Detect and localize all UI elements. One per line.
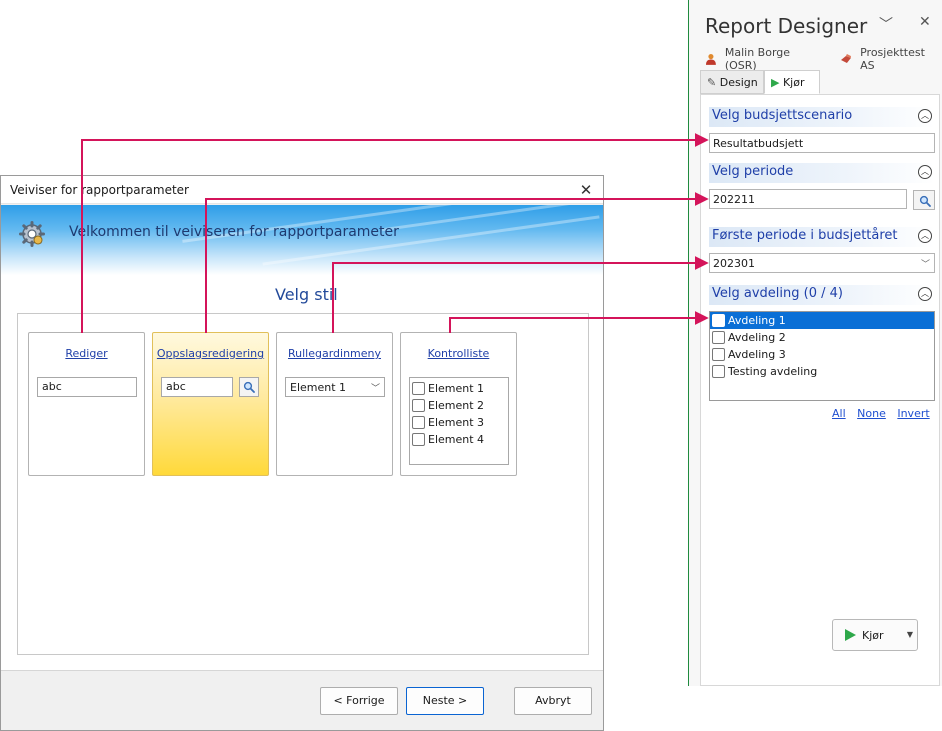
checkbox[interactable] bbox=[412, 433, 425, 446]
caret-down-icon[interactable]: ▼ bbox=[907, 630, 913, 639]
style-card-lookup[interactable]: Oppslagsredigering abc bbox=[152, 332, 269, 476]
run-panel: Velg budsjettscenario ︿ Resultatbudsjett… bbox=[700, 94, 940, 686]
section-first-period: Første periode i budsjettåret ︿ 202301 ﹀ bbox=[709, 227, 935, 273]
screenshot-root: Veiviser for rapportparameter ✕ Velkomme… bbox=[0, 0, 942, 731]
chevron-down-icon: ﹀ bbox=[920, 260, 930, 270]
wizard-title: Veiviser for rapportparameter bbox=[10, 183, 189, 197]
section-period: Velg periode ︿ 202211 bbox=[709, 163, 935, 210]
search-icon bbox=[919, 195, 931, 207]
dropdown-select[interactable]: Element 1 ﹀ bbox=[285, 377, 385, 397]
section-header[interactable]: Velg budsjettscenario ︿ bbox=[709, 107, 935, 127]
checkbox[interactable] bbox=[412, 382, 425, 395]
checkbox[interactable] bbox=[712, 348, 725, 361]
chevron-down-icon[interactable]: ﹀ bbox=[879, 14, 893, 34]
lookup-input[interactable]: abc bbox=[161, 377, 233, 397]
play-icon bbox=[845, 629, 856, 641]
wizard-banner: Velkommen til veiviseren for rapportpara… bbox=[1, 205, 603, 275]
run-button[interactable]: Kjør ▼ bbox=[832, 619, 918, 651]
card-label[interactable]: Rullegardinmeny bbox=[277, 347, 392, 360]
wizard-body: Velg stil Rediger abc Oppslagsredigering… bbox=[1, 275, 603, 670]
pane-title: Report Designer bbox=[705, 14, 868, 38]
card-label[interactable]: Kontrolliste bbox=[401, 347, 516, 360]
period-lookup-button[interactable] bbox=[913, 190, 935, 210]
list-item[interactable]: Element 2 bbox=[412, 397, 506, 414]
lookup-button[interactable] bbox=[239, 377, 259, 397]
dropdown-value: Element 1 bbox=[290, 381, 347, 394]
play-icon: ▶ bbox=[771, 76, 780, 89]
collapse-icon[interactable]: ︿ bbox=[918, 165, 932, 179]
scenario-input[interactable]: Resultatbudsjett bbox=[709, 133, 935, 153]
wizard-titlebar: Veiviser for rapportparameter ✕ bbox=[1, 176, 603, 204]
section-header[interactable]: Første periode i budsjettåret ︿ bbox=[709, 227, 935, 247]
list-item[interactable]: Avdeling 2 bbox=[710, 329, 934, 346]
project-name: Prosjekttest AS bbox=[860, 46, 925, 72]
section-department: Velg avdeling (0 / 4) ︿ Avdeling 1 Avdel… bbox=[709, 285, 935, 401]
tab-design[interactable]: ✎ Design bbox=[700, 70, 764, 94]
collapse-icon[interactable]: ︿ bbox=[918, 109, 932, 123]
next-button[interactable]: Neste > bbox=[406, 687, 484, 715]
report-designer-pane: Report Designer ﹀ ✕ Malin Borge (OSR) Pr… bbox=[688, 0, 942, 686]
user-info: Malin Borge (OSR) Prosjekttest AS bbox=[705, 46, 942, 72]
checkbox[interactable] bbox=[712, 314, 725, 327]
selection-links: All None Invert bbox=[832, 407, 938, 420]
wizard-dialog: Veiviser for rapportparameter ✕ Velkomme… bbox=[0, 175, 604, 731]
list-item[interactable]: Element 3 bbox=[412, 414, 506, 431]
style-panel: Rediger abc Oppslagsredigering abc Rulle… bbox=[17, 313, 589, 655]
style-card-edit[interactable]: Rediger abc bbox=[28, 332, 145, 476]
list-item[interactable]: Avdeling 1 bbox=[710, 312, 934, 329]
style-card-dropdown[interactable]: Rullegardinmeny Element 1 ﹀ bbox=[276, 332, 393, 476]
style-card-checklist[interactable]: Kontrolliste Element 1 Element 2 Element… bbox=[400, 332, 517, 476]
period-input[interactable]: 202211 bbox=[709, 189, 907, 209]
checklist: Element 1 Element 2 Element 3 Element 4 bbox=[409, 377, 509, 465]
user-icon bbox=[705, 53, 716, 65]
edit-input[interactable]: abc bbox=[37, 377, 137, 397]
list-item[interactable]: Testing avdeling bbox=[710, 363, 934, 380]
cancel-button[interactable]: Avbryt bbox=[514, 687, 592, 715]
collapse-icon[interactable]: ︿ bbox=[918, 229, 932, 243]
list-item[interactable]: Element 1 bbox=[412, 380, 506, 397]
user-name: Malin Borge (OSR) bbox=[724, 46, 791, 72]
edit-icon: ✎ bbox=[707, 76, 717, 89]
checkbox[interactable] bbox=[412, 399, 425, 412]
gear-icon bbox=[19, 221, 45, 247]
section-header[interactable]: Velg periode ︿ bbox=[709, 163, 935, 183]
wizard-footer: < Forrige Neste > Avbryt bbox=[1, 670, 603, 730]
project-icon bbox=[841, 54, 852, 63]
section-header[interactable]: Velg avdeling (0 / 4) ︿ bbox=[709, 285, 935, 305]
back-button[interactable]: < Forrige bbox=[320, 687, 398, 715]
department-list: Avdeling 1 Avdeling 2 Avdeling 3 Testing… bbox=[709, 311, 935, 401]
card-label[interactable]: Rediger bbox=[29, 347, 144, 360]
select-none-link[interactable]: None bbox=[857, 407, 886, 420]
select-all-link[interactable]: All bbox=[832, 407, 846, 420]
collapse-icon[interactable]: ︿ bbox=[918, 287, 932, 301]
checkbox[interactable] bbox=[712, 331, 725, 344]
close-icon[interactable]: ✕ bbox=[575, 179, 597, 201]
invert-selection-link[interactable]: Invert bbox=[897, 407, 929, 420]
close-icon[interactable]: ✕ bbox=[919, 14, 931, 30]
chevron-down-icon: ﹀ bbox=[370, 384, 380, 394]
checkbox[interactable] bbox=[712, 365, 725, 378]
list-item[interactable]: Element 4 bbox=[412, 431, 506, 448]
list-item[interactable]: Avdeling 3 bbox=[710, 346, 934, 363]
checkbox[interactable] bbox=[412, 416, 425, 429]
style-heading: Velg stil bbox=[275, 285, 338, 304]
section-scenario: Velg budsjettscenario ︿ Resultatbudsjett bbox=[709, 107, 935, 153]
first-period-select[interactable]: 202301 ﹀ bbox=[709, 253, 935, 273]
tab-run[interactable]: ▶ Kjør bbox=[764, 70, 820, 94]
search-icon bbox=[243, 381, 255, 393]
banner-text: Velkommen til veiviseren for rapportpara… bbox=[69, 224, 399, 240]
card-label[interactable]: Oppslagsredigering bbox=[153, 347, 268, 360]
